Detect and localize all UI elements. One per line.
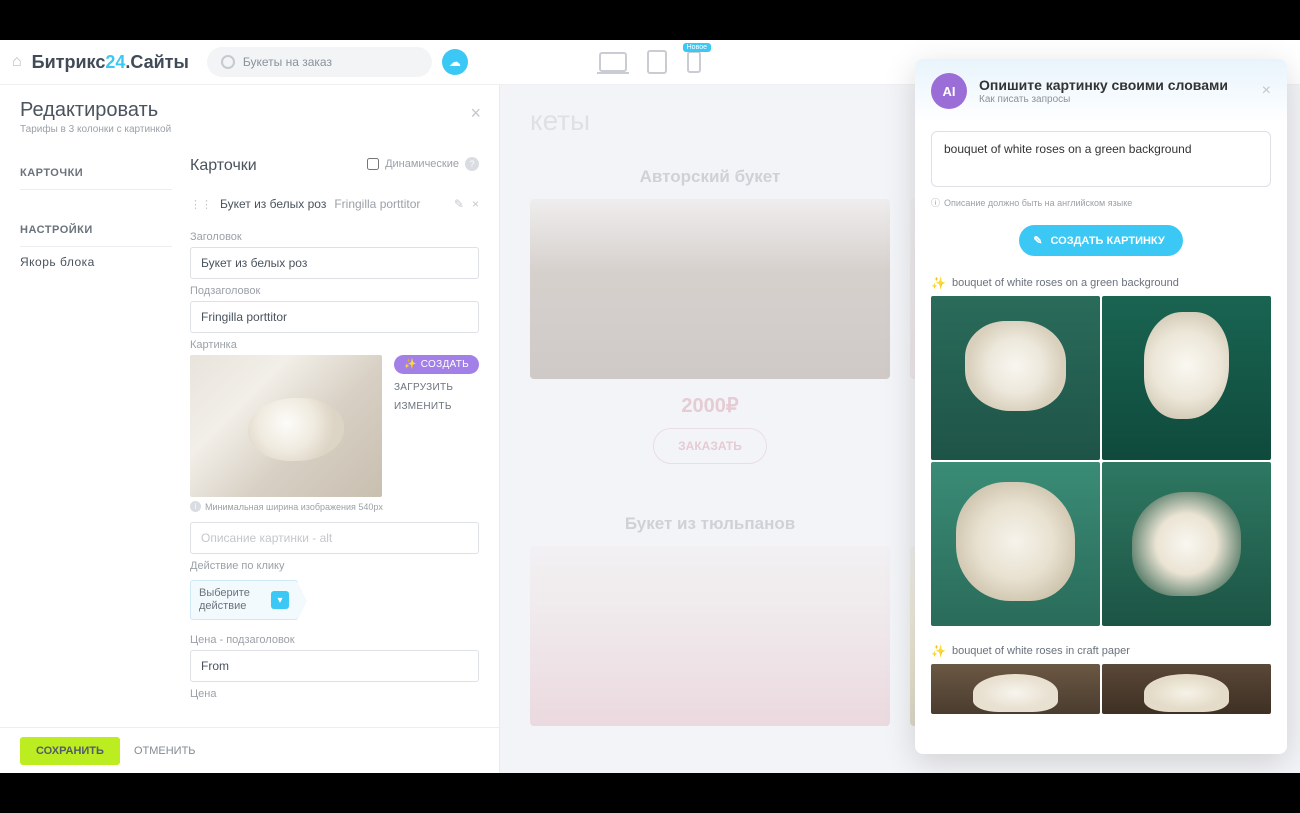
result-image[interactable]: [1102, 462, 1271, 626]
preview-card: Авторский букет 2000₽ ЗАКАЗАТЬ: [530, 167, 890, 464]
card-price: 2000₽: [530, 393, 890, 418]
edit-nav: КАРТОЧКИ НАСТРОЙКИ Якорь блока: [0, 143, 172, 727]
tablet-view-icon[interactable]: [647, 50, 667, 74]
magic-icon: ✨: [931, 276, 946, 290]
input-subhead[interactable]: [190, 301, 479, 333]
device-switcher: Новое: [599, 50, 701, 74]
ai-panel: AI Опишите картинку своими словами Как п…: [915, 59, 1287, 754]
close-icon[interactable]: ×: [470, 103, 481, 124]
logo-suffix: .Сайты: [125, 52, 188, 72]
nav-cards[interactable]: КАРТОЧКИ: [20, 157, 172, 190]
form-area: Карточки Динамические ? ⋮⋮ Букет из белы…: [172, 143, 499, 727]
create-image-button[interactable]: ✨ Создать: [394, 355, 479, 374]
label-subhead: Подзаголовок: [190, 285, 479, 297]
label-price: Цена: [190, 688, 479, 700]
search-text: Букеты на заказ: [243, 55, 332, 69]
edit-header: Редактировать Тарифы в 3 колонки с карти…: [0, 85, 499, 143]
input-price-sub[interactable]: [190, 650, 479, 682]
dynamic-checkbox[interactable]: [367, 158, 379, 170]
card-title: Авторский букет: [530, 167, 890, 187]
image-preview[interactable]: [190, 355, 382, 497]
dynamic-toggle[interactable]: Динамические ?: [367, 157, 479, 171]
hint-icon: i: [190, 501, 201, 512]
card-title: Букет из тюльпанов: [530, 514, 890, 534]
result-image[interactable]: [931, 664, 1100, 714]
logo-prefix: Битрикс: [32, 52, 106, 72]
cloud-icon[interactable]: ☁: [442, 49, 468, 75]
change-button[interactable]: ИЗМЕНИТЬ: [394, 401, 479, 412]
info-icon[interactable]: ?: [465, 157, 479, 171]
upload-button[interactable]: ЗАГРУЗИТЬ: [394, 382, 479, 393]
result-image[interactable]: [1102, 664, 1271, 714]
chevron-down-icon: ▾: [271, 591, 289, 609]
result-image[interactable]: [931, 296, 1100, 460]
cancel-button[interactable]: ОТМЕНИТЬ: [134, 745, 196, 757]
edit-title: Редактировать: [20, 99, 479, 122]
label-price-sub: Цена - подзаголовок: [190, 634, 479, 646]
label-image: Картинка: [190, 339, 479, 351]
edit-icon[interactable]: ✎: [454, 197, 464, 211]
ai-help-link[interactable]: Как писать запросы: [979, 94, 1250, 105]
result-image[interactable]: [1102, 296, 1271, 460]
edit-footer: СОХРАНИТЬ ОТМЕНИТЬ: [0, 727, 499, 773]
search-icon: [221, 55, 235, 69]
new-badge: Новое: [683, 43, 711, 52]
pencil-icon: ✎: [1033, 234, 1042, 247]
prompt-hint: ⓘОписание должно быть на английском язык…: [931, 196, 1271, 209]
action-select-text: Выберите действие: [199, 587, 259, 613]
nav-settings[interactable]: НАСТРОЙКИ: [20, 214, 172, 247]
card-item-row: ⋮⋮ Букет из белых роз Fringilla porttito…: [190, 191, 479, 225]
item-title: Букет из белых роз: [220, 197, 326, 211]
result-image[interactable]: [931, 462, 1100, 626]
label-action: Действие по клику: [190, 560, 479, 572]
card-image: [530, 199, 890, 379]
prompt-textarea[interactable]: bouquet of white roses on a green backgr…: [931, 131, 1271, 187]
info-icon: ⓘ: [931, 196, 940, 209]
edit-subtitle: Тарифы в 3 колонки с картинкой: [20, 124, 479, 135]
save-button[interactable]: СОХРАНИТЬ: [20, 737, 120, 765]
app-logo[interactable]: Битрикс24.Сайты: [32, 52, 189, 73]
dynamic-label: Динамические: [385, 158, 459, 170]
phone-view-icon[interactable]: [687, 51, 701, 73]
phone-wrapper: Новое: [687, 51, 701, 73]
image-hint: iМинимальная ширина изображения 540px: [190, 501, 479, 512]
ai-title: Опишите картинку своими словами: [979, 77, 1250, 93]
drag-icon[interactable]: ⋮⋮: [190, 198, 212, 211]
logo-num: 24: [105, 52, 125, 72]
desktop-view-icon[interactable]: [599, 52, 627, 72]
magic-icon: ✨: [931, 644, 946, 658]
card-image: [530, 546, 890, 726]
remove-icon[interactable]: ×: [472, 197, 479, 211]
home-icon[interactable]: ⌂: [12, 53, 22, 71]
form-title: Карточки: [190, 157, 257, 175]
action-select[interactable]: Выберите действие ▾: [190, 580, 298, 620]
ai-header: AI Опишите картинку своими словами Как п…: [915, 59, 1287, 123]
preview-card: Букет из тюльпанов: [530, 514, 890, 726]
result-label: ✨bouquet of white roses in craft paper: [931, 644, 1271, 658]
label-head: Заголовок: [190, 231, 479, 243]
order-button[interactable]: ЗАКАЗАТЬ: [653, 428, 767, 464]
edit-panel: Редактировать Тарифы в 3 колонки с карти…: [0, 85, 500, 773]
input-head[interactable]: [190, 247, 479, 279]
input-alt[interactable]: [190, 522, 479, 554]
close-icon[interactable]: ×: [1262, 82, 1271, 100]
ai-avatar-icon: AI: [931, 73, 967, 109]
generate-button[interactable]: ✎ СОЗДАТЬ КАРТИНКУ: [1019, 225, 1183, 256]
search-bar[interactable]: Букеты на заказ: [207, 47, 432, 77]
item-subtitle: Fringilla porttitor: [334, 197, 420, 211]
result-label: ✨bouquet of white roses on a green backg…: [931, 276, 1271, 290]
nav-anchor[interactable]: Якорь блока: [20, 247, 172, 277]
